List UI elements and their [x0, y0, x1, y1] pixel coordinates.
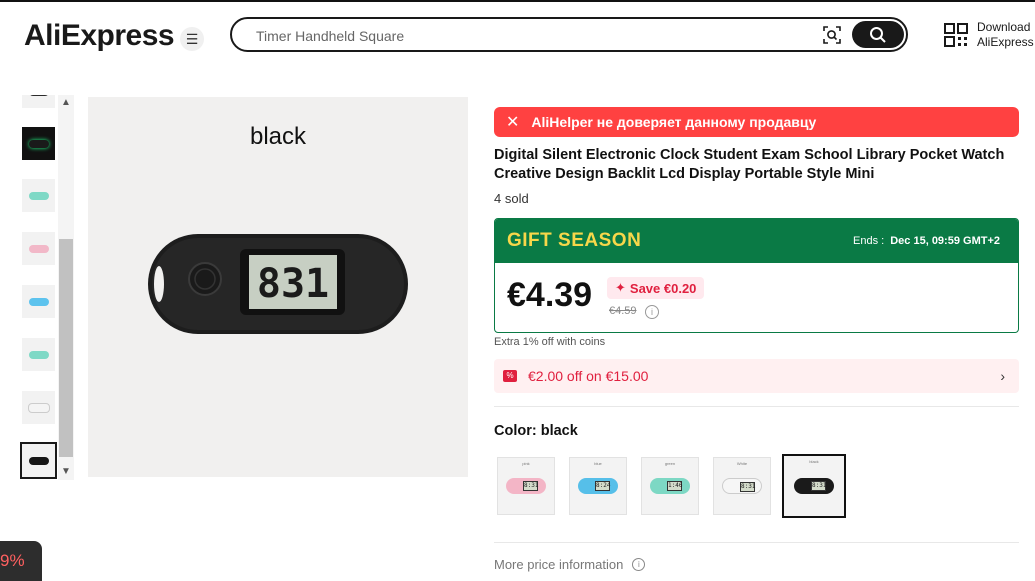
menu-button[interactable]: ☰: [180, 27, 204, 51]
swatch-clock: 1:46: [650, 478, 690, 494]
swatch-screen: 1:46: [667, 481, 683, 491]
download-app-link[interactable]: Download AliExpress: [943, 20, 1034, 50]
price-info-icon[interactable]: i: [645, 305, 659, 319]
qr-code-icon: [944, 23, 968, 47]
alert-text: AliHelper не доверяет данному продавцу: [531, 114, 817, 130]
thumbnail[interactable]: [22, 391, 55, 424]
swatch-label: White: [736, 461, 748, 466]
current-price: €4.39: [507, 276, 593, 314]
more-price-text: More price information: [494, 557, 624, 572]
scroll-up-arrow-icon[interactable]: ▲: [58, 95, 74, 111]
download-text: Download AliExpress: [977, 20, 1034, 50]
promo-end-time: Ends : Dec 15, 09:59 GMT+2: [853, 235, 1000, 247]
color-option-black[interactable]: black 8:31: [782, 454, 846, 518]
thumbnail[interactable]: [22, 338, 55, 371]
image-search-icon[interactable]: [822, 25, 842, 45]
chevron-right-icon: ›: [1000, 368, 1005, 384]
swatch-clock: 8:31: [506, 478, 546, 494]
coupon-row[interactable]: % €2.00 off on €15.00 ›: [494, 359, 1019, 393]
swatch-clock: 8:31: [722, 478, 762, 494]
divider: [494, 542, 1019, 543]
thumbnail-selected[interactable]: [20, 442, 57, 479]
original-price: €4.59: [609, 305, 637, 317]
gift-season-banner: GIFT SEASON: [507, 230, 642, 251]
badge-text: 9%: [0, 551, 25, 570]
ends-value: Dec 15, 09:59 GMT+2: [890, 235, 1000, 247]
search-icon: [870, 26, 886, 43]
hamburger-icon: ☰: [185, 30, 199, 47]
main-product-image[interactable]: black 831: [88, 97, 468, 477]
ends-label: Ends :: [853, 235, 885, 247]
coupon-icon: %: [503, 370, 517, 382]
color-label: Color: black: [494, 423, 578, 439]
coupon-text: €2.00 off on €15.00: [528, 368, 649, 384]
scrollbar-thumb[interactable]: [59, 239, 73, 457]
scroll-down-arrow-icon[interactable]: ▼: [58, 464, 74, 480]
thumbnail[interactable]: [22, 179, 55, 212]
swatch-label: pink: [522, 461, 530, 466]
info-icon[interactable]: i: [632, 558, 646, 571]
coins-offer: Extra 1% off with coins: [494, 336, 606, 348]
sold-count: 4 sold: [494, 191, 529, 206]
swatch-clock: 8:24: [578, 478, 618, 494]
aliexpress-logo[interactable]: AliExpress: [24, 18, 175, 54]
color-option-pink[interactable]: pink 8:31: [497, 457, 555, 515]
download-line-2: AliExpress: [977, 35, 1034, 49]
extension-widget-badge[interactable]: 9%: [0, 541, 42, 581]
logo-text: AliExpress: [24, 19, 175, 52]
thumbnail[interactable]: [22, 285, 55, 318]
swatch-screen: 8:31: [740, 482, 756, 492]
clock-illustration: 831: [148, 234, 408, 334]
svg-text:831: 831: [257, 261, 329, 307]
save-badge: ✦ Save €0.20: [607, 277, 705, 299]
more-price-info[interactable]: More price information i: [494, 557, 646, 572]
thumbnail[interactable]: [22, 127, 55, 160]
color-option-green[interactable]: green 1:46: [641, 457, 699, 515]
price-promo-box: GIFT SEASON Ends : Dec 15, 09:59 GMT+2 €4…: [494, 218, 1019, 333]
swatch-label: blue: [594, 461, 602, 466]
tag-icon: ✦: [615, 280, 626, 295]
color-option-white[interactable]: White 8:31: [713, 457, 771, 515]
swatch-label: black: [809, 459, 819, 464]
divider: [494, 406, 1019, 407]
thumbnail-strip: [20, 95, 60, 480]
swatch-screen: 8:31: [523, 481, 539, 491]
swatch-label: green: [664, 461, 676, 466]
download-line-1: Download: [977, 20, 1031, 34]
close-icon[interactable]: ✕: [506, 112, 519, 132]
promo-header: GIFT SEASON Ends : Dec 15, 09:59 GMT+2: [495, 219, 1018, 263]
alihelper-warning-banner[interactable]: ✕ AliHelper не доверяет данному продавцу: [494, 107, 1019, 137]
search-input[interactable]: [254, 25, 798, 47]
product-title: Digital Silent Electronic Clock Student …: [494, 147, 1005, 182]
thumbnail[interactable]: [22, 232, 55, 265]
save-text: Save €0.20: [629, 280, 697, 296]
color-option-blue[interactable]: blue 8:24: [569, 457, 627, 515]
top-border: [0, 0, 1035, 2]
thumbnail-scrollbar[interactable]: ▲ ▼: [58, 95, 74, 480]
swatch-screen: 8:24: [595, 481, 611, 491]
search-button[interactable]: [852, 21, 904, 48]
swatch-clock: 8:31: [794, 478, 834, 494]
swatch-screen: 8:31: [811, 481, 827, 491]
thumbnail[interactable]: [22, 95, 55, 108]
search-bar[interactable]: [230, 17, 908, 52]
